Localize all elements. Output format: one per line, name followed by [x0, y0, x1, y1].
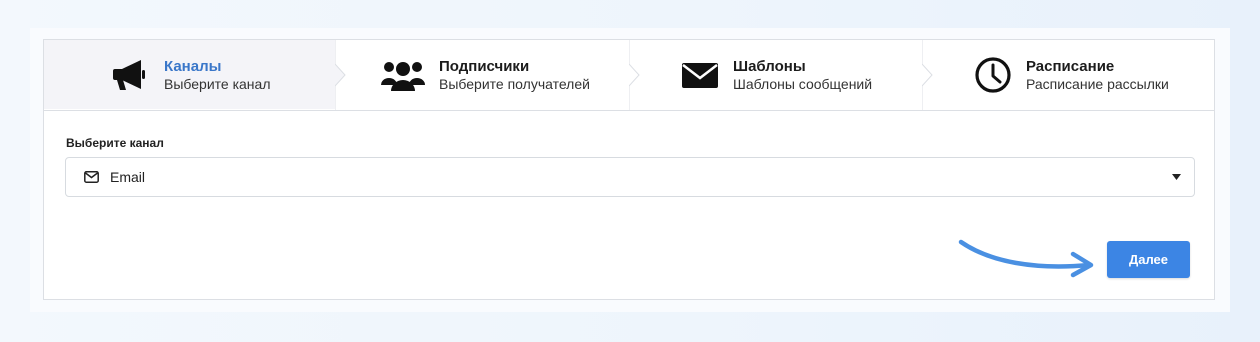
step-separator — [335, 40, 349, 110]
step-title: Шаблоны — [733, 58, 806, 75]
step-separator — [629, 40, 643, 110]
channel-select-value: Email — [110, 169, 146, 185]
megaphone-icon — [110, 55, 150, 95]
step-subtitle: Шаблоны сообщений — [733, 76, 873, 92]
step-subtitle: Выберите канал — [164, 76, 271, 92]
step-channels[interactable]: Каналы Выберите канал — [44, 40, 335, 109]
step-title: Подписчики — [439, 58, 530, 75]
step-subtitle: Расписание рассылки — [1026, 76, 1169, 92]
envelope-icon — [680, 55, 720, 95]
step-schedule[interactable]: Расписание Расписание рассылки — [935, 40, 1214, 109]
users-icon — [378, 55, 428, 95]
step-subscribers[interactable]: Подписчики Выберите получателей — [348, 40, 628, 109]
annotation-arrow — [955, 232, 1095, 278]
channel-select[interactable]: Email — [65, 157, 1195, 197]
next-button[interactable]: Далее — [1107, 241, 1190, 278]
step-separator — [922, 40, 936, 110]
clock-icon — [973, 55, 1013, 95]
caret-down-icon[interactable] — [1172, 174, 1181, 180]
step-title: Каналы — [164, 58, 222, 75]
envelope-outline-icon — [84, 171, 99, 183]
step-subtitle: Выберите получателей — [439, 76, 590, 92]
step-title: Расписание — [1026, 58, 1115, 75]
wizard-steps: Каналы Выберите канал Подписчики Выберит… — [44, 40, 1214, 111]
step-templates[interactable]: Шаблоны Шаблоны сообщений — [642, 40, 922, 109]
channel-field-label: Выберите канал — [66, 136, 164, 150]
